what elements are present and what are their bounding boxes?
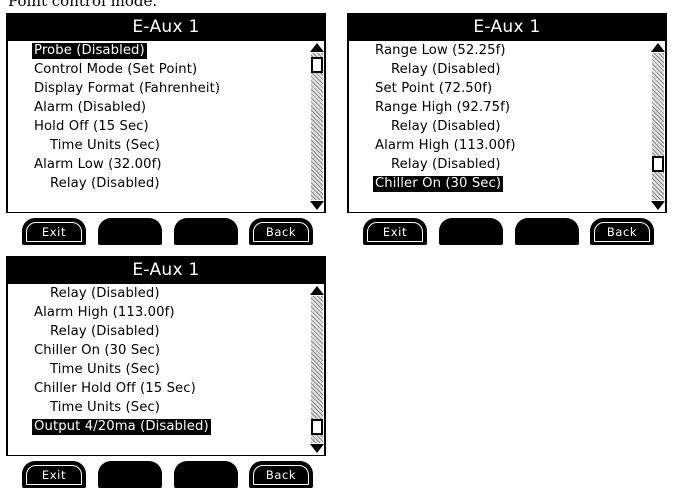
menu-scrollbar[interactable]: [310, 284, 324, 455]
menu-item-label: Alarm High (113.00f): [375, 138, 516, 153]
menu-item-alarm-high[interactable]: Alarm High (113.00f): [349, 136, 518, 155]
softkey-bar: Exit Menu Back: [6, 213, 326, 258]
menu-item-chiller-hold-off[interactable]: Chiller Hold Off (15 Sec): [8, 379, 211, 398]
softkey-2-button[interactable]: [98, 218, 162, 245]
menu-item-relay[interactable]: Relay (Disabled): [8, 322, 211, 341]
menu-item-label: Range High (92.75f): [375, 100, 511, 115]
menu-item-label: Relay (Disabled): [50, 176, 160, 191]
menu-item-label: Display Format (Fahrenheit): [34, 81, 221, 96]
softkey-bar: Exit Menu Back: [347, 213, 667, 258]
menu-item-relay[interactable]: Relay (Disabled): [8, 284, 211, 303]
softkey-2-button[interactable]: [98, 461, 162, 488]
menu-item-chiller-on[interactable]: Chiller On (30 Sec): [8, 341, 211, 360]
menu-item-set-point[interactable]: Set Point (72.50f): [349, 79, 518, 98]
menu-item-relay[interactable]: Relay (Disabled): [8, 174, 222, 193]
exit-menu-button[interactable]: Exit Menu: [22, 461, 86, 501]
menu-item-label: Time Units (Sec): [50, 362, 160, 377]
softkey-bar: Exit Menu Back: [6, 456, 326, 501]
menu-screen: Probe (Disabled) Control Mode (Set Point…: [8, 41, 324, 212]
menu-list: Range Low (52.25f) Relay (Disabled) Set …: [349, 41, 518, 193]
menu-item-relay[interactable]: Relay (Disabled): [349, 60, 518, 79]
menu-item-chiller-on[interactable]: Chiller On (30 Sec): [349, 174, 518, 193]
menu-item-label: Control Mode (Set Point): [34, 62, 198, 77]
menu-item-probe[interactable]: Probe (Disabled): [8, 41, 222, 60]
scroll-down-arrow-icon[interactable]: [651, 201, 665, 210]
menu-item-label: Relay (Disabled): [50, 286, 160, 301]
menu-item-label: Alarm High (113.00f): [34, 305, 175, 320]
scroll-down-arrow-icon[interactable]: [310, 444, 324, 453]
menu-item-alarm-high[interactable]: Alarm High (113.00f): [8, 303, 211, 322]
scroll-up-arrow-icon[interactable]: [310, 43, 324, 52]
menu-scrollbar[interactable]: [310, 41, 324, 212]
screen-title: E-Aux 1: [132, 260, 200, 280]
menu-list: Relay (Disabled) Alarm High (113.00f) Re…: [8, 284, 211, 436]
menu-item-label: Alarm Low (32.00f): [34, 157, 162, 172]
menu-item-label: Range Low (52.25f): [375, 43, 506, 58]
menu-item-label: Relay (Disabled): [391, 157, 501, 172]
menu-item-relay[interactable]: Relay (Disabled): [349, 155, 518, 174]
scroll-up-arrow-icon[interactable]: [651, 43, 665, 52]
device-screen-2: E-Aux 1 Range Low (52.25f) Relay (Disabl…: [347, 13, 667, 258]
menu-item-label: Set Point (72.50f): [375, 81, 493, 96]
back-label: Back: [253, 465, 309, 485]
scroll-thumb[interactable]: [311, 56, 323, 73]
back-label: Back: [253, 222, 309, 242]
menu-item-time-units[interactable]: Time Units (Sec): [8, 398, 211, 417]
back-label: Back: [594, 222, 650, 242]
scroll-thumb[interactable]: [652, 156, 664, 173]
menu-item-alarm-low[interactable]: Alarm Low (32.00f): [8, 155, 222, 174]
menu-item-label: Hold Off (15 Sec): [34, 119, 149, 134]
scroll-track[interactable]: [652, 53, 664, 200]
exit-menu-button[interactable]: Exit Menu: [22, 218, 86, 258]
menu-screen: Range Low (52.25f) Relay (Disabled) Set …: [349, 41, 665, 212]
menu-screen: Relay (Disabled) Alarm High (113.00f) Re…: [8, 284, 324, 455]
menu-item-output-4-20ma[interactable]: Output 4/20ma (Disabled): [8, 417, 211, 436]
menu-item-label: Alarm (Disabled): [34, 100, 147, 115]
menu-item-label: Chiller On (30 Sec): [34, 343, 161, 358]
menu-item-time-units[interactable]: Time Units (Sec): [8, 360, 211, 379]
device-screen-3: E-Aux 1 Relay (Disabled) Alarm High (113…: [6, 256, 326, 501]
menu-item-label: Time Units (Sec): [50, 138, 160, 153]
menu-item-label: Relay (Disabled): [391, 62, 501, 77]
menu-item-label: Time Units (Sec): [50, 400, 160, 415]
softkey-3-button[interactable]: [174, 461, 238, 488]
menu-item-range-low[interactable]: Range Low (52.25f): [349, 41, 518, 60]
softkey-3-button[interactable]: [515, 218, 579, 245]
back-button[interactable]: Back: [590, 218, 654, 245]
scroll-down-arrow-icon[interactable]: [310, 201, 324, 210]
softkey-3-button[interactable]: [174, 218, 238, 245]
scroll-track[interactable]: [311, 53, 323, 200]
back-button[interactable]: Back: [249, 461, 313, 488]
menu-item-control-mode[interactable]: Control Mode (Set Point): [8, 60, 222, 79]
exit-menu-label: Exit Menu: [367, 222, 423, 258]
exit-menu-label: Exit Menu: [26, 465, 82, 501]
menu-item-hold-off[interactable]: Hold Off (15 Sec): [8, 117, 222, 136]
exit-menu-label: Exit Menu: [26, 222, 82, 258]
softkey-2-button[interactable]: [439, 218, 503, 245]
scroll-up-arrow-icon[interactable]: [310, 286, 324, 295]
scroll-thumb[interactable]: [311, 419, 323, 436]
page-caption: Point control mode.: [8, 0, 158, 10]
menu-item-display-format[interactable]: Display Format (Fahrenheit): [8, 79, 222, 98]
menu-item-label: Relay (Disabled): [50, 324, 160, 339]
menu-scrollbar[interactable]: [651, 41, 665, 212]
menu-item-range-high[interactable]: Range High (92.75f): [349, 98, 518, 117]
screen-title: E-Aux 1: [132, 17, 200, 37]
menu-item-label: Output 4/20ma (Disabled): [32, 419, 211, 435]
menu-list: Probe (Disabled) Control Mode (Set Point…: [8, 41, 222, 193]
back-button[interactable]: Back: [249, 218, 313, 245]
menu-item-label: Chiller Hold Off (15 Sec): [34, 381, 196, 396]
menu-item-alarm[interactable]: Alarm (Disabled): [8, 98, 222, 117]
exit-menu-button[interactable]: Exit Menu: [363, 218, 427, 258]
menu-item-time-units[interactable]: Time Units (Sec): [8, 136, 222, 155]
menu-item-label: Chiller On (30 Sec): [373, 176, 504, 192]
screen-title: E-Aux 1: [473, 17, 541, 37]
menu-item-label: Relay (Disabled): [391, 119, 501, 134]
menu-item-label: Probe (Disabled): [32, 43, 147, 59]
device-screen-1: E-Aux 1 Probe (Disabled) Control Mode (S…: [6, 13, 326, 258]
menu-item-relay[interactable]: Relay (Disabled): [349, 117, 518, 136]
